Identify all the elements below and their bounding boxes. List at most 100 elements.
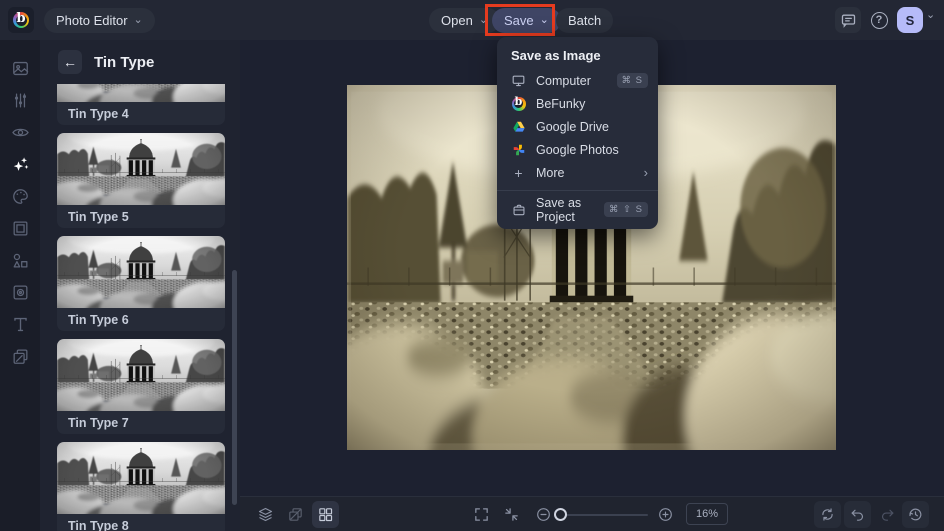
eye-icon	[11, 128, 29, 136]
befunky-icon: b	[511, 95, 526, 111]
menu-item-label: More	[536, 165, 565, 180]
rail-item-overlays[interactable]	[0, 340, 40, 372]
account-chevron-down-icon[interactable]: ⌄	[926, 8, 935, 21]
zoom-in-icon	[659, 508, 672, 521]
sliders-icon	[14, 93, 26, 107]
menu-item-label: Save as Project	[536, 195, 582, 224]
menu-item-label: BeFunky	[536, 96, 586, 111]
undo-icon	[851, 509, 864, 521]
zoom-out-icon	[537, 508, 550, 521]
effect-list: Tin Type 4 Tin Type 5 Tin Type 6 Tin Typ…	[40, 84, 236, 531]
app-menu-button[interactable]: Photo Editor ⌄	[44, 8, 155, 33]
chevron-right-icon: ›	[643, 165, 648, 180]
zoom-in-button[interactable]	[652, 501, 679, 528]
effects-panel: ← Tin Type Tin Type 4 Tin Type 5 Tin Typ…	[40, 40, 240, 531]
menu-item-google-drive[interactable]: Google Drive	[497, 115, 658, 138]
rail-item-graphics[interactable]	[0, 244, 40, 276]
feedback-chat-button[interactable]	[835, 7, 861, 33]
grid-view-button[interactable]	[312, 501, 339, 528]
help-button[interactable]: ?	[866, 7, 892, 33]
fit-to-screen-button[interactable]	[498, 501, 525, 528]
open-button[interactable]: Open ⌄	[429, 8, 501, 33]
fit-screen-icon	[505, 508, 518, 521]
menu-item-befunky[interactable]: b BeFunky	[497, 92, 658, 115]
image-icon	[12, 61, 28, 75]
avatar-initial: S	[905, 12, 915, 28]
batch-button[interactable]: Batch	[556, 8, 614, 33]
zoom-slider[interactable]	[554, 507, 648, 521]
save-menu-title: Save as Image	[511, 48, 601, 63]
menu-item-save-as-project[interactable]: Save as Project ⌘ ⇧ S	[497, 195, 658, 224]
plus-icon: +	[514, 164, 523, 181]
rail-item-artsy[interactable]	[0, 180, 40, 212]
fullscreen-button[interactable]	[468, 501, 495, 528]
photo-editor-app: b Photo Editor ⌄ Open ⌄ Save ⌄ Batch ? S	[0, 0, 944, 531]
compare-button[interactable]	[282, 501, 309, 528]
back-button[interactable]: ←	[58, 50, 82, 74]
batch-label: Batch	[568, 13, 602, 28]
reset-icon	[822, 508, 833, 521]
app-menu-label: Photo Editor	[56, 13, 128, 28]
menu-item-computer[interactable]: Computer ⌘ S	[497, 69, 658, 92]
save-button[interactable]: Save ⌄	[492, 8, 561, 33]
frame-icon	[13, 221, 27, 235]
panel-title: Tin Type	[94, 53, 155, 71]
history-button[interactable]	[902, 501, 929, 528]
effect-thumbnail	[57, 84, 225, 102]
chevron-down-icon: ⌄	[133, 13, 143, 26]
redo-button[interactable]	[874, 501, 901, 528]
menu-item-more[interactable]: + More ›	[497, 161, 658, 184]
layers-icon	[258, 507, 273, 522]
befunky-logo[interactable]: b	[8, 7, 34, 33]
effect-card-tin-type-7[interactable]: Tin Type 7	[57, 339, 225, 434]
zoom-out-button[interactable]	[530, 501, 557, 528]
top-toolbar: b Photo Editor ⌄ Open ⌄ Save ⌄ Batch ? S	[0, 0, 944, 40]
google-photos-icon	[511, 142, 526, 157]
shapes-icon	[13, 253, 27, 267]
chat-bubble-icon	[841, 14, 855, 28]
rail-item-frames[interactable]	[0, 212, 40, 244]
project-briefcase-icon	[511, 202, 526, 217]
effect-card-label: Tin Type 7	[68, 415, 129, 430]
befunky-logo-icon: b	[13, 11, 29, 28]
back-arrow-icon: ←	[63, 54, 77, 70]
effect-card-label: Tin Type 6	[68, 312, 129, 327]
effect-card-tin-type-5[interactable]: Tin Type 5	[57, 133, 225, 228]
zoom-slider-handle[interactable]	[554, 507, 567, 521]
compare-icon	[289, 508, 302, 521]
google-drive-icon	[511, 119, 526, 134]
effect-card-tin-type-8[interactable]: Tin Type 8	[57, 442, 225, 531]
overlays-icon	[13, 349, 27, 364]
menu-item-label: Google Drive	[536, 119, 609, 134]
sparkles-icon	[13, 156, 28, 171]
menu-divider	[497, 190, 658, 191]
rail-item-textures[interactable]	[0, 276, 40, 308]
chevron-down-icon: ⌄	[478, 13, 489, 26]
panel-header: ← Tin Type	[40, 40, 240, 84]
user-avatar[interactable]: S	[897, 7, 923, 33]
panel-scrollbar[interactable]	[232, 270, 237, 505]
rail-item-touchup[interactable]	[0, 116, 40, 148]
rail-item-text[interactable]	[0, 308, 40, 340]
undo-button[interactable]	[844, 501, 871, 528]
rail-item-effects[interactable]	[0, 148, 40, 180]
text-icon	[13, 317, 27, 331]
reset-button[interactable]	[814, 501, 841, 528]
zoom-percentage: 16%	[686, 503, 729, 525]
grid-icon	[319, 508, 333, 522]
menu-item-google-photos[interactable]: Google Photos	[497, 138, 658, 161]
chevron-down-icon: ⌄	[539, 13, 549, 26]
palette-icon	[12, 188, 28, 204]
save-label: Save	[504, 13, 534, 28]
effect-card-tin-type-4[interactable]: Tin Type 4	[57, 84, 225, 125]
texture-icon	[13, 285, 27, 299]
effect-card-tin-type-6[interactable]: Tin Type 6	[57, 236, 225, 331]
rail-item-adjust[interactable]	[0, 84, 40, 116]
rail-item-edit[interactable]	[0, 52, 40, 84]
menu-item-label: Google Photos	[536, 142, 619, 157]
menu-item-label: Computer	[536, 73, 591, 88]
layers-button[interactable]	[252, 501, 279, 528]
tool-rail	[0, 40, 40, 531]
bottom-toolbar: 16%	[240, 496, 944, 531]
effect-thumbnail	[57, 133, 225, 205]
